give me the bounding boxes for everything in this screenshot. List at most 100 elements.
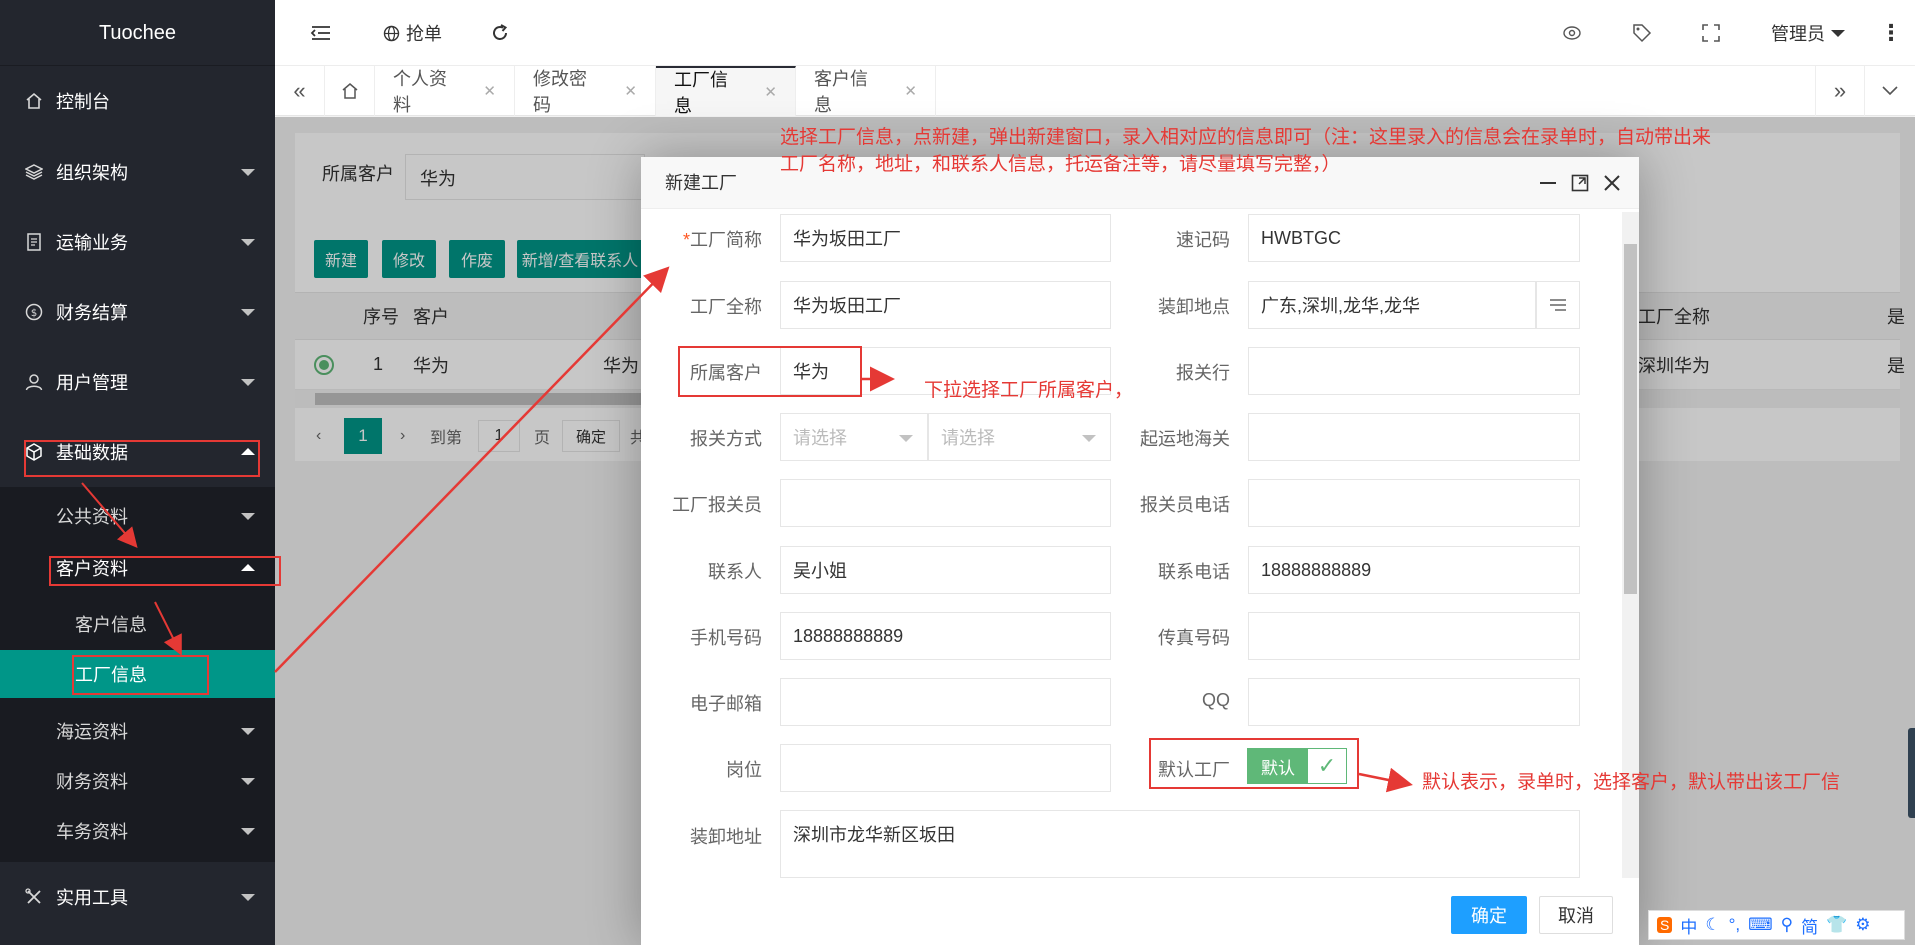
- ime-chinese-mode[interactable]: 中: [1680, 913, 1697, 938]
- close-icon[interactable]: ✕: [904, 82, 917, 100]
- grab-order-label: 抢单: [406, 24, 442, 44]
- qq-label: QQ: [1201, 690, 1230, 710]
- declarant-phone-input[interactable]: [1248, 479, 1580, 527]
- mobile-input[interactable]: 18888888889: [780, 612, 1111, 660]
- tabs-scroll-right-icon[interactable]: »: [1815, 66, 1865, 116]
- refresh-icon[interactable]: [490, 0, 510, 66]
- home-tab-icon[interactable]: [325, 66, 375, 116]
- user-menu[interactable]: 管理员: [1771, 0, 1845, 66]
- settings-icon[interactable]: ⚙: [1855, 915, 1870, 935]
- tabs-scroll-left-icon[interactable]: «: [275, 66, 325, 116]
- close-icon[interactable]: ✕: [764, 83, 777, 101]
- tab-change-password[interactable]: 修改密码 ✕: [515, 66, 656, 116]
- ime-simplified-mode[interactable]: 简: [1801, 913, 1818, 938]
- dollar-icon: $: [24, 302, 44, 322]
- required-icon: *: [682, 230, 690, 250]
- ime-logo-icon[interactable]: S: [1657, 917, 1673, 933]
- sidebar-item-label: 组织架构: [56, 163, 128, 183]
- chevron-down-icon: [1082, 435, 1096, 442]
- scrollbar-thumb[interactable]: [1624, 244, 1637, 594]
- tag-icon[interactable]: [1632, 0, 1652, 66]
- chevron-down-icon: [241, 239, 255, 246]
- minimize-icon[interactable]: [1535, 168, 1561, 198]
- short-name-input[interactable]: 华为坂田工厂: [780, 214, 1111, 262]
- customs-broker-input[interactable]: [1248, 347, 1580, 395]
- top-header: 抢单 管理员 ⋮: [275, 0, 1915, 66]
- sidebar-sub2-label: 客户信息: [75, 615, 147, 635]
- side-panel-handle[interactable]: [1908, 728, 1915, 818]
- tools-icon: [24, 887, 44, 907]
- declare-mode-select-1[interactable]: 请选择: [780, 413, 928, 461]
- fax-label: 传真号码: [1158, 628, 1230, 648]
- chevron-down-icon: [241, 513, 255, 520]
- tab-profile[interactable]: 个人资料 ✕: [375, 66, 515, 116]
- select-placeholder: 请选择: [941, 428, 995, 448]
- more-vertical-icon[interactable]: ⋮: [1880, 0, 1902, 66]
- factory-declarant-input[interactable]: [780, 479, 1111, 527]
- microphone-icon[interactable]: ⚲: [1781, 915, 1793, 935]
- contact-label: 联系人: [708, 562, 762, 582]
- email-label: 电子邮箱: [690, 694, 762, 714]
- close-icon[interactable]: ✕: [483, 82, 496, 100]
- sidebar-sub-vehicle[interactable]: 车务资料: [0, 808, 275, 854]
- contact-phone-input[interactable]: 18888888889: [1248, 546, 1580, 594]
- fax-input[interactable]: [1248, 612, 1580, 660]
- sidebar-item-org[interactable]: 组织架构: [0, 147, 275, 197]
- fullscreen-icon[interactable]: [1702, 0, 1720, 66]
- short-name-label: *工厂简称: [682, 230, 762, 250]
- email-input[interactable]: [780, 678, 1111, 726]
- sidebar-sub-label: 财务资料: [56, 772, 128, 792]
- confirm-button[interactable]: 确定: [1451, 896, 1527, 934]
- tab-factory-info[interactable]: 工厂信息 ✕: [656, 66, 796, 116]
- declare-mode-select-2[interactable]: 请选择: [928, 413, 1111, 461]
- menu-toggle-icon[interactable]: [310, 0, 332, 66]
- full-name-input[interactable]: 华为坂田工厂: [780, 281, 1111, 329]
- quick-code-input[interactable]: HWBTGC: [1248, 214, 1580, 262]
- annotation-top-line2: 工厂名称，地址，和联系人信息，托运备注等，请尽量填写完整，）: [780, 154, 1341, 175]
- address-textarea[interactable]: 深圳市龙华新区坂田: [780, 810, 1580, 878]
- tabs-dropdown-icon[interactable]: [1865, 66, 1915, 116]
- select-placeholder: 请选择: [793, 428, 847, 448]
- list-icon[interactable]: [1536, 281, 1580, 329]
- sidebar-item-finance[interactable]: $ 财务结算: [0, 287, 275, 337]
- layers-icon: [24, 162, 44, 182]
- moon-icon[interactable]: ☾: [1705, 915, 1720, 935]
- sidebar-item-transport[interactable]: 运输业务: [0, 217, 275, 267]
- cancel-button[interactable]: 取消: [1539, 896, 1613, 934]
- sidebar-sub-public[interactable]: 公共资料: [0, 493, 275, 539]
- globe-icon: [383, 25, 400, 42]
- sidebar-sub-finance[interactable]: 财务资料: [0, 758, 275, 804]
- annotation-customer-note: 下拉选择工厂所属客户，: [924, 380, 1134, 401]
- qq-input[interactable]: [1248, 678, 1580, 726]
- chevron-down-icon: [241, 894, 255, 901]
- tab-customer-info[interactable]: 客户信息 ✕: [796, 66, 936, 116]
- customs-broker-label: 报关行: [1176, 363, 1230, 383]
- load-place-input[interactable]: 广东,深圳,龙华,龙华: [1248, 281, 1536, 329]
- maximize-icon[interactable]: [1567, 168, 1593, 198]
- chevron-down-icon: [241, 379, 255, 386]
- sidebar-item-console[interactable]: 控制台: [0, 76, 275, 126]
- contact-input[interactable]: 吴小姐: [780, 546, 1111, 594]
- sidebar-sub2-customer-info[interactable]: 客户信息: [0, 600, 275, 648]
- close-icon[interactable]: ✕: [624, 82, 637, 100]
- origin-customs-input[interactable]: [1248, 413, 1580, 461]
- chevron-down-icon: [241, 309, 255, 316]
- close-icon[interactable]: [1599, 168, 1625, 198]
- grab-order-button[interactable]: 抢单: [383, 0, 442, 66]
- sidebar-item-users[interactable]: 用户管理: [0, 357, 275, 407]
- document-icon: [24, 232, 44, 252]
- chevron-down-icon: [241, 828, 255, 835]
- sidebar-sub-shipping[interactable]: 海运资料: [0, 708, 275, 754]
- sidebar-item-tools[interactable]: 实用工具: [0, 872, 275, 922]
- tab-label: 修改密码: [533, 69, 587, 115]
- theme-icon[interactable]: [1562, 0, 1582, 66]
- punctuation-icon[interactable]: °,: [1729, 915, 1741, 935]
- highlight-factory-info: [72, 655, 209, 695]
- keyboard-icon[interactable]: ⌨: [1748, 915, 1773, 935]
- chevron-down-icon: [1831, 29, 1845, 37]
- factory-declarant-label: 工厂报关员: [672, 495, 762, 515]
- dialog-title: 新建工厂: [665, 173, 737, 193]
- chevron-down-icon: [241, 728, 255, 735]
- position-input[interactable]: [780, 744, 1111, 792]
- skin-icon[interactable]: 👕: [1826, 915, 1847, 935]
